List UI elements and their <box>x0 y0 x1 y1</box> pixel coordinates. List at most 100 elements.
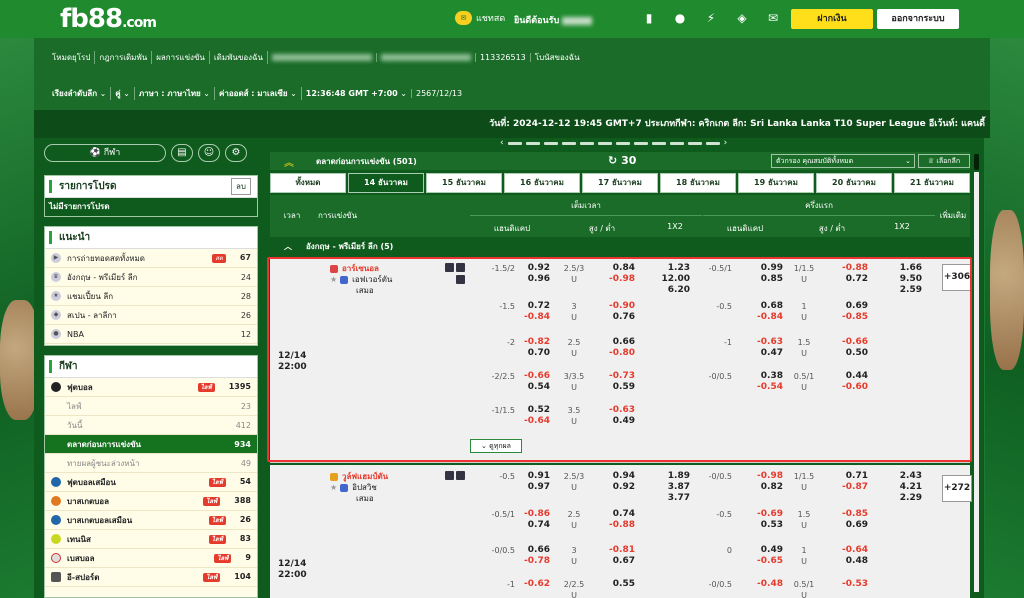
match2-odds-hh2-row1[interactable]: 0.53 <box>753 520 783 531</box>
away-team[interactable]: ★ อิปสวิช <box>330 482 388 493</box>
more-markets-button[interactable]: +306 <box>942 264 972 291</box>
league-sort-select[interactable]: เรียงลำดับลีก ⌄ <box>48 86 112 100</box>
field-icon[interactable] <box>456 275 465 284</box>
match2-odds-ho2-row0[interactable]: -0.87 <box>838 482 868 493</box>
match1-odds-h2-row3[interactable]: 0.54 <box>520 382 550 393</box>
match2-odds-h1-row0[interactable]: 0.91 <box>520 471 550 482</box>
scrollbar-thumb[interactable] <box>974 154 979 170</box>
tab-all[interactable]: ทั้งหมด <box>270 173 346 193</box>
match1-odds-hh1-row0[interactable]: 0.99 <box>753 263 783 274</box>
match1-odds-o2-row0[interactable]: -0.98 <box>605 274 635 285</box>
match1-odds-o2-row2[interactable]: -0.80 <box>605 348 635 359</box>
match2-odds-hh1-row3[interactable]: -0.48 <box>753 579 783 590</box>
nav-results[interactable]: ผลการแข่งขัน <box>152 50 210 64</box>
league-row[interactable]: ︿ อังกฤษ - พรีเมียร์ ลีก (5) <box>270 238 970 256</box>
match1-odds-ho2-row1[interactable]: -0.85 <box>838 312 868 323</box>
match2-odds-o2-row0[interactable]: 0.92 <box>605 482 635 493</box>
match2-odds-hx3-row0[interactable]: 2.29 <box>890 493 922 504</box>
match1-odds-ho1-row1[interactable]: 0.69 <box>838 301 868 312</box>
refresh-button[interactable]: ↻ 30 <box>608 154 636 167</box>
recommend-item-nba[interactable]: ● NBA 12 <box>45 325 257 344</box>
collapse-up-icon[interactable]: ︽ <box>284 154 294 169</box>
match1-odds-o2-row3[interactable]: 0.59 <box>605 382 635 393</box>
stats-icon[interactable] <box>445 263 454 272</box>
match2-odds-ho1-row2[interactable]: -0.64 <box>838 545 868 556</box>
recommend-item-live[interactable]: ▶ การถ่ายทอดสดทั้งหมด สด 67 <box>45 249 257 268</box>
user-icon[interactable]: ☺ <box>198 144 220 162</box>
match2-odds-hx1-row0[interactable]: 2.43 <box>890 471 922 482</box>
language-select[interactable]: ภาษา : ภาษาไทย ⌄ <box>135 86 215 100</box>
match1-odds-o1-row4[interactable]: -0.63 <box>605 405 635 416</box>
match1-odds-h2-row0[interactable]: 0.96 <box>520 274 550 285</box>
odds-format-select[interactable]: ค่าออดส์ : มาเลเซีย ⌄ <box>215 86 302 100</box>
match1-odds-h1-row1[interactable]: 0.72 <box>520 301 550 312</box>
match2-odds-h2-row2[interactable]: -0.78 <box>520 556 550 567</box>
match1-odds-x2-row0[interactable]: 12.00 <box>658 274 690 285</box>
message-icon[interactable]: ✉ <box>764 10 782 26</box>
match1-odds-o1-row1[interactable]: -0.90 <box>605 301 635 312</box>
recommend-item-champions[interactable]: ★ แชมเปี้ยน ลีก 28 <box>45 287 257 306</box>
match1-odds-x3-row0[interactable]: 6.20 <box>658 285 690 296</box>
match1-odds-hh2-row3[interactable]: -0.54 <box>753 382 783 393</box>
match2-odds-ho1-row1[interactable]: -0.85 <box>838 509 868 520</box>
match1-odds-hh1-row1[interactable]: 0.68 <box>753 301 783 312</box>
match1-odds-o1-row2[interactable]: 0.66 <box>605 337 635 348</box>
sport-virtual-football[interactable]: ฟุตบอลเสมือน ไลฟ์ 54 <box>45 473 257 492</box>
nav-my-bets[interactable]: เดิมพันของฉัน <box>210 50 268 64</box>
match2-odds-ho1-row3[interactable]: -0.53 <box>838 579 868 590</box>
match1-odds-hx1-row0[interactable]: 1.66 <box>890 263 922 274</box>
tab-dec-21[interactable]: 21 ธันวาคม <box>894 173 970 193</box>
match1-odds-hh2-row0[interactable]: 0.85 <box>753 274 783 285</box>
expand-all-button[interactable]: ⌄ ดูทุกผล <box>470 439 522 453</box>
match1-odds-h1-row3[interactable]: -0.66 <box>520 371 550 382</box>
live-tv-icon[interactable] <box>456 263 465 272</box>
match1-odds-hh2-row2[interactable]: 0.47 <box>753 348 783 359</box>
coin-icon[interactable]: ● <box>671 10 689 26</box>
match1-odds-o2-row4[interactable]: 0.49 <box>605 416 635 427</box>
lightning-icon[interactable]: ⚡ <box>702 10 720 26</box>
match2-odds-h1-row1[interactable]: -0.86 <box>520 509 550 520</box>
live-tv-icon[interactable] <box>456 471 465 480</box>
match2-odds-o2-row1[interactable]: -0.88 <box>605 520 635 531</box>
match2-odds-x2-row0[interactable]: 3.87 <box>658 482 690 493</box>
match2-odds-hh1-row0[interactable]: -0.98 <box>753 471 783 482</box>
sports-pill-button[interactable]: ⚽ กีฬา <box>44 144 166 162</box>
sport-virtual-basketball[interactable]: บาสเกตบอลเสมือน ไลฟ์ 26 <box>45 511 257 530</box>
football-sub-today[interactable]: วันนี้ 412 <box>45 416 257 435</box>
match1-odds-ho1-row0[interactable]: -0.88 <box>838 263 868 274</box>
match1-odds-ho2-row0[interactable]: 0.72 <box>838 274 868 285</box>
match2-odds-hh1-row1[interactable]: -0.69 <box>753 509 783 520</box>
favorites-delete-button[interactable]: ลบ <box>231 178 251 195</box>
football-sub-outright[interactable]: ทายผลผู้ชนะล่วงหน้า 49 <box>45 454 257 473</box>
recommend-item-laliga[interactable]: ◆ สเปน - ลาลีกา 26 <box>45 306 257 325</box>
match2-odds-o1-row3[interactable]: 0.55 <box>605 579 635 590</box>
sport-tennis[interactable]: เทนนิส ไลฟ์ 83 <box>45 530 257 549</box>
select-league-button[interactable]: ♕ เลือกลีก <box>918 154 970 168</box>
tab-dec-18[interactable]: 18 ธันวาคม <box>660 173 736 193</box>
home-team[interactable]: วูล์ฟแฮมป์ตัน <box>330 471 388 482</box>
home-team[interactable]: อาร์เซนอล <box>330 263 392 274</box>
tab-dec-19[interactable]: 19 ธันวาคม <box>738 173 814 193</box>
match1-odds-hh1-row2[interactable]: -0.63 <box>753 337 783 348</box>
football-sub-live[interactable]: ไลฟ์ 23 <box>45 397 257 416</box>
tab-dec-16[interactable]: 16 ธันวาคม <box>504 173 580 193</box>
match2-odds-h1-row2[interactable]: 0.66 <box>520 545 550 556</box>
match2-odds-hh2-row0[interactable]: 0.82 <box>753 482 783 493</box>
carousel-next-icon[interactable]: › <box>724 138 728 148</box>
match1-odds-o1-row3[interactable]: -0.73 <box>605 371 635 382</box>
sport-esports[interactable]: อี-สปอร์ต ไลฟ์ 104 <box>45 568 257 587</box>
match1-odds-hh1-row3[interactable]: 0.38 <box>753 371 783 382</box>
scrollbar-track[interactable] <box>974 172 979 592</box>
match2-odds-h2-row0[interactable]: 0.97 <box>520 482 550 493</box>
vip-icon[interactable]: ◈ <box>733 10 751 26</box>
match2-odds-ho1-row0[interactable]: 0.71 <box>838 471 868 482</box>
match2-odds-hh1-row2[interactable]: 0.49 <box>753 545 783 556</box>
match1-odds-h1-row4[interactable]: 0.52 <box>520 405 550 416</box>
match2-odds-o1-row2[interactable]: -0.81 <box>605 545 635 556</box>
football-sub-early[interactable]: ตลาดก่อนการแข่งขัน 934 <box>45 435 257 454</box>
sport-baseball[interactable]: เบสบอล ไลฟ์ 9 <box>45 549 257 568</box>
match1-odds-h1-row0[interactable]: 0.92 <box>520 263 550 274</box>
match1-odds-hx3-row0[interactable]: 2.59 <box>890 285 922 296</box>
star-icon[interactable]: ★ <box>330 483 337 492</box>
match2-odds-ho2-row2[interactable]: 0.48 <box>838 556 868 567</box>
